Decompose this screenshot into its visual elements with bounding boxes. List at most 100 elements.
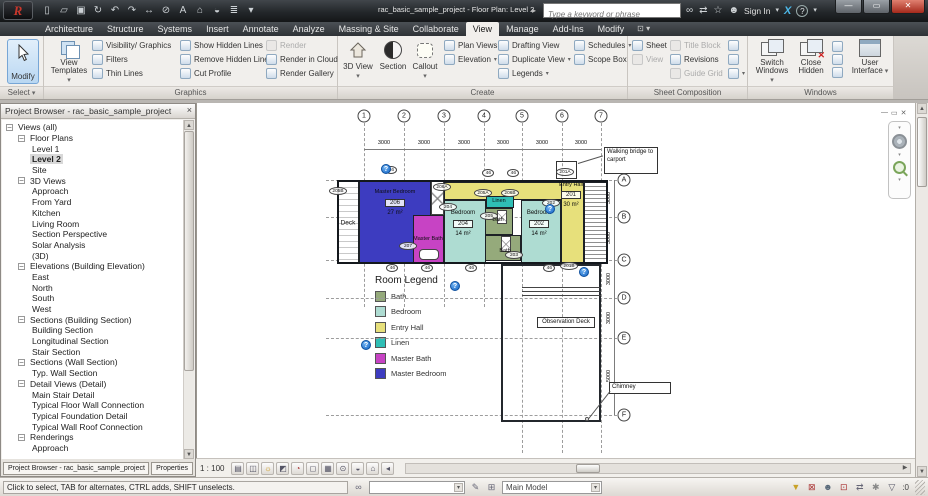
- help-icon[interactable]: [545, 204, 555, 214]
- 3d-view-button[interactable]: 3D View: [342, 39, 374, 81]
- scroll-down-icon[interactable]: ▼: [184, 449, 194, 459]
- scroll-thumb[interactable]: [184, 131, 194, 371]
- rendering-icon[interactable]: ◔: [291, 461, 305, 475]
- tree-item-site[interactable]: Site: [2, 165, 183, 176]
- detail-level-icon[interactable]: ▤: [231, 461, 245, 475]
- horizontal-scrollbar[interactable]: ▶: [405, 462, 911, 474]
- drawing-area[interactable]: Room Legend Bath Bedroom Entry Hall Linen Ma…: [196, 103, 915, 458]
- collapse-icon[interactable]: [18, 358, 25, 366]
- tree-item-sections-building-section-[interactable]: Sections (Building Section): [2, 314, 183, 325]
- door-tag-201B[interactable]: 201B: [560, 262, 578, 270]
- scroll-up-icon[interactable]: ▲: [917, 103, 927, 114]
- door-tag-206A[interactable]: 206A: [433, 183, 451, 191]
- collapse-icon[interactable]: [18, 262, 25, 270]
- settings-icon[interactable]: ✱: [869, 482, 882, 493]
- tab-analyze[interactable]: Analyze: [286, 22, 332, 36]
- tree-item-main-stair-detail[interactable]: Main Stair Detail: [2, 389, 183, 400]
- ribbon-item-revisions[interactable]: Revisions: [670, 53, 723, 66]
- collapse-icon[interactable]: [18, 177, 25, 185]
- zoom-icon[interactable]: [893, 161, 906, 174]
- search-binoculars-icon[interactable]: ∞: [686, 3, 693, 18]
- ribbon-item-elevation[interactable]: Elevation ▾: [444, 53, 503, 66]
- grid-bubble-e[interactable]: E: [617, 331, 631, 345]
- ribbon-item-remove-hidden-lines[interactable]: Remove Hidden Lines: [180, 53, 273, 66]
- grid-bubble-1[interactable]: 1: [357, 109, 371, 123]
- tree-item-elevations-building-elevation-[interactable]: Elevations (Building Elevation): [2, 261, 183, 272]
- replicate-window-icon[interactable]: [832, 41, 843, 52]
- tree-item-longitudinal-section[interactable]: Longitudinal Section: [2, 336, 183, 347]
- ribbon-item-thin-lines[interactable]: Thin Lines: [92, 67, 171, 80]
- collapse-icon[interactable]: [18, 316, 25, 324]
- create-panel-label[interactable]: Create: [338, 86, 627, 99]
- tree-item-solar-analysis[interactable]: Solar Analysis: [2, 240, 183, 251]
- help-icon[interactable]: [796, 4, 809, 17]
- tab-add-ins[interactable]: Add-Ins: [546, 22, 591, 36]
- grid-bubble-3[interactable]: 3: [437, 109, 451, 123]
- grid-bubble-b[interactable]: B: [617, 210, 631, 224]
- tab-structure[interactable]: Structure: [100, 22, 151, 36]
- grid-bubble-2[interactable]: 2: [397, 109, 411, 123]
- new-icon[interactable]: ▯: [40, 3, 54, 18]
- section-icon[interactable]: ◒: [210, 3, 224, 18]
- sync-icon[interactable]: ↻: [91, 3, 105, 18]
- tab-massing-site[interactable]: Massing & Site: [332, 22, 406, 36]
- view-minimize-icon[interactable]: —: [881, 109, 888, 117]
- minimize-button[interactable]: —: [835, 0, 862, 14]
- activate-dimensions-icon[interactable]: ▼: [789, 482, 802, 493]
- tree-item-section-perspective[interactable]: Section Perspective: [2, 229, 183, 240]
- help-icon[interactable]: [361, 340, 371, 350]
- collapse-icon[interactable]: [18, 134, 25, 142]
- room-tag-201[interactable]: 201: [561, 191, 581, 199]
- annotation-chimney[interactable]: Chimney: [609, 382, 671, 394]
- door-tag-205B[interactable]: 205B: [329, 187, 347, 195]
- window-tag[interactable]: 46: [465, 264, 477, 272]
- tree-item-south[interactable]: South: [2, 293, 183, 304]
- tab-architecture[interactable]: Architecture: [38, 22, 100, 36]
- ribbon-item-show-hidden-lines[interactable]: Show Hidden Lines: [180, 39, 273, 52]
- room-tag-202[interactable]: 202: [529, 220, 549, 228]
- switch-windows-button[interactable]: Switch Windows: [754, 39, 790, 85]
- help-icon[interactable]: [579, 267, 589, 277]
- vertical-scrollbar[interactable]: ▲ ▼: [915, 103, 928, 477]
- help-dropdown-icon[interactable]: ▾: [813, 3, 817, 18]
- tree-item-east[interactable]: East: [2, 272, 183, 283]
- tree-item-3d-views[interactable]: 3D Views: [2, 175, 183, 186]
- tree-item--3d-[interactable]: (3D): [2, 250, 183, 261]
- design-options-icon[interactable]: ⊞: [485, 482, 498, 493]
- selection-filter-icon[interactable]: ▽: [885, 482, 898, 493]
- legend-item-bath[interactable]: Bath: [375, 290, 495, 302]
- help-icon[interactable]: [450, 281, 460, 291]
- tree-item-typical-foundation-detail[interactable]: Typical Foundation Detail: [2, 411, 183, 422]
- close-button[interactable]: ✕: [891, 0, 925, 14]
- vscroll-thumb[interactable]: [917, 117, 927, 187]
- select-panel-label[interactable]: Select: [0, 86, 43, 99]
- legend-item-entry-hall[interactable]: Entry Hall: [375, 321, 495, 333]
- editable-only-icon[interactable]: ✎: [469, 482, 482, 493]
- ribbon-item-scope-box[interactable]: Scope Box: [574, 53, 631, 66]
- tree-item-level-2[interactable]: Level 2: [2, 154, 183, 165]
- view-restore-icon[interactable]: ▭: [891, 109, 898, 117]
- tab-project-browser[interactable]: Project Browser - rac_basic_sample_proje…: [3, 462, 150, 475]
- grid-bubble-f[interactable]: F: [617, 408, 631, 422]
- hscroll-thumb[interactable]: [576, 463, 601, 473]
- ribbon-item-schedules[interactable]: Schedules ▾: [574, 39, 631, 52]
- ribbon-item-plan-views[interactable]: Plan Views▾: [444, 39, 503, 52]
- scroll-right-icon[interactable]: ▶: [900, 464, 910, 473]
- undo-icon[interactable]: ↶: [108, 3, 122, 18]
- application-menu-button[interactable]: R: [3, 1, 33, 20]
- measure-icon[interactable]: ↔: [142, 3, 156, 18]
- tree-item-approach[interactable]: Approach: [2, 186, 183, 197]
- tree-item-level-1[interactable]: Level 1: [2, 143, 183, 154]
- legend-item-master-bedroom[interactable]: Master Bedroom: [375, 368, 495, 379]
- subscription-center-icon[interactable]: ⇄: [699, 3, 707, 18]
- sheet-composition-panel-label[interactable]: Sheet Composition: [628, 86, 747, 99]
- visual-style-icon[interactable]: ◫: [246, 461, 260, 475]
- worksets-icon[interactable]: ∞: [352, 482, 365, 492]
- tree-item-living-room[interactable]: Living Room: [2, 218, 183, 229]
- window-tag[interactable]: 46: [507, 169, 519, 177]
- scroll-up-icon[interactable]: ▲: [184, 120, 194, 130]
- ribbon-item-sheet[interactable]: Sheet: [632, 39, 667, 52]
- crop-view-icon[interactable]: ◻: [306, 461, 320, 475]
- save-icon[interactable]: ▣: [74, 3, 88, 18]
- default-3d-view-icon[interactable]: ⌂: [193, 3, 207, 18]
